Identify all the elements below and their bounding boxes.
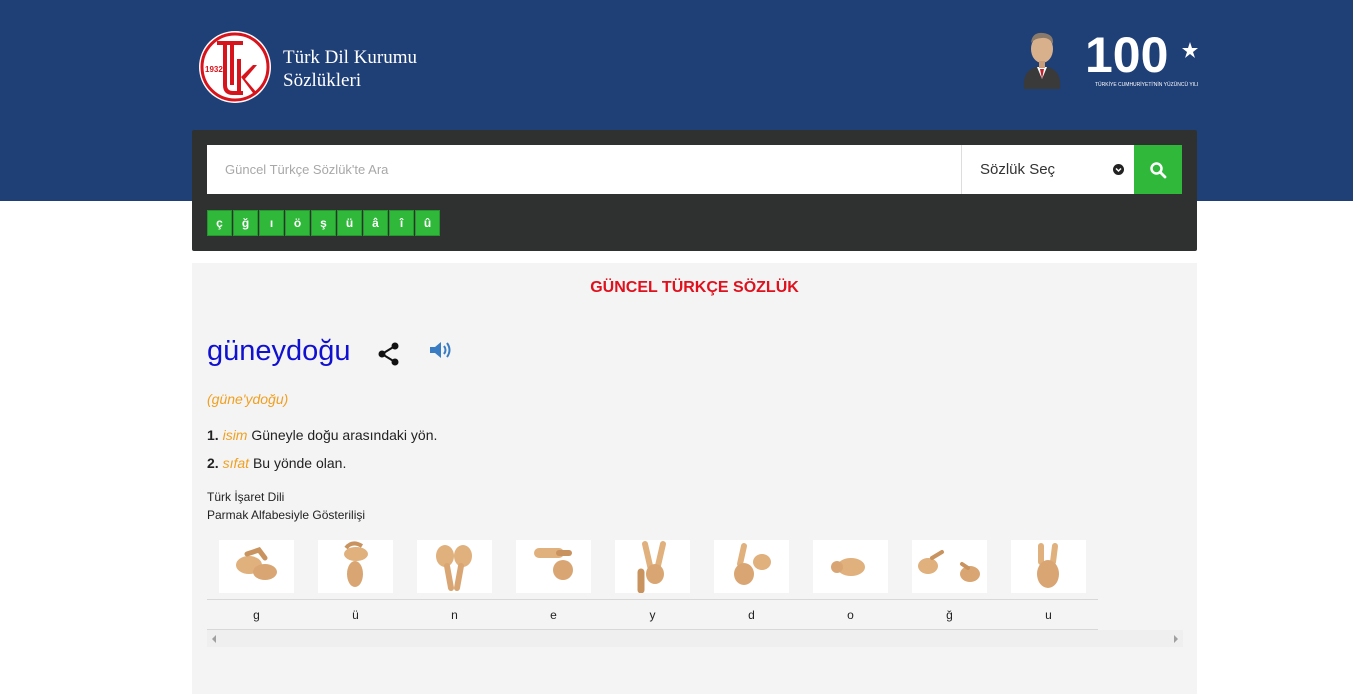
hand-sign-image [714, 540, 789, 593]
sign-cell: g [207, 538, 306, 632]
sign-letter: ğ [946, 608, 953, 622]
dictionary-select-label: Sözlük Seç [980, 161, 1056, 178]
speaker-icon[interactable] [429, 340, 455, 360]
meaning-number: 2. [207, 455, 219, 471]
meaning-type: isim [222, 427, 248, 443]
meaning-text: Güneyle doğu arasındaki yön. [251, 427, 438, 443]
meaning-item: 1. isim Güneyle doğu arasındaki yön. [207, 427, 437, 443]
meaning-type: sıfat [222, 455, 250, 471]
hand-sign-image [912, 540, 987, 593]
special-char-keys: ç ğ ı ö ş ü â î û [207, 210, 440, 236]
char-key[interactable]: ö [285, 210, 310, 236]
brand-line2: Sözlükleri [283, 70, 362, 91]
sign-cell: y [603, 538, 702, 632]
hand-sign-image [219, 540, 294, 593]
scroll-left-icon[interactable] [212, 635, 216, 643]
centennial-logo: 100 TÜRKİYE CUMHURİYETİ'NİN YÜZÜNCÜ YILI [1085, 28, 1198, 88]
dictionary-title: GÜNCEL TÜRKÇE SÖZLÜK [590, 279, 799, 296]
hand-sign-image [417, 540, 492, 593]
char-key[interactable]: ğ [233, 210, 258, 236]
search-panel: Sözlük Seç ç ğ ı ö ş ü â î û [192, 130, 1197, 251]
sign-letter: e [550, 608, 557, 622]
char-key[interactable]: â [363, 210, 388, 236]
chevron-down-icon [1113, 164, 1124, 175]
sign-cell: ü [306, 538, 405, 632]
centennial-number: 100 [1085, 28, 1168, 83]
dictionary-select[interactable]: Sözlük Seç [961, 145, 1134, 194]
share-icon[interactable] [378, 342, 400, 366]
sign-letter: n [451, 608, 458, 622]
hand-sign-image [615, 540, 690, 593]
hand-sign-image [1011, 540, 1086, 593]
headword: güneydoğu [207, 335, 351, 367]
hand-sign-image [318, 540, 393, 593]
sign-letter: ü [352, 608, 359, 622]
centennial-caption: TÜRKİYE CUMHURİYETİ'NİN YÜZÜNCÜ YILI [1095, 81, 1198, 88]
sign-cell: o [801, 538, 900, 632]
sign-cell: d [702, 538, 801, 632]
sign-cell: ğ [900, 538, 999, 632]
search-button[interactable] [1134, 145, 1182, 194]
search-icon [1150, 161, 1167, 178]
sign-language-title: Türk İşaret Dili [207, 490, 285, 504]
hand-sign-image [813, 540, 888, 593]
char-key[interactable]: ç [207, 210, 232, 236]
pronunciation: (güne'ydoğu) [207, 391, 289, 407]
hand-sign-image [516, 540, 591, 593]
sign-letter: g [253, 608, 260, 622]
sign-language-subtitle: Parmak Alfabesiyle Gösterilişi [207, 508, 366, 522]
horizontal-scrollbar[interactable] [207, 630, 1183, 647]
result-panel: GÜNCEL TÜRKÇE SÖZLÜK güneydoğu (güne'ydo… [192, 263, 1197, 694]
sign-cell: u [999, 538, 1098, 632]
sign-letter: y [649, 608, 656, 622]
scroll-right-icon[interactable] [1174, 635, 1178, 643]
sign-letter: d [748, 608, 755, 622]
char-key[interactable]: ü [337, 210, 362, 236]
meaning-number: 1. [207, 427, 219, 443]
char-key[interactable]: ş [311, 210, 336, 236]
char-key[interactable]: û [415, 210, 440, 236]
sign-letter: o [847, 608, 854, 622]
sign-cell: n [405, 538, 504, 632]
sign-cell: e [504, 538, 603, 632]
logo-year: 1932 [205, 65, 223, 74]
ataturk-portrait [1023, 32, 1061, 89]
search-input[interactable] [207, 145, 962, 194]
brand-title[interactable]: Türk Dil Kurumu Sözlükleri [283, 46, 417, 92]
char-key[interactable]: ı [259, 210, 284, 236]
char-key[interactable]: î [389, 210, 414, 236]
sign-language-heading: Türk İşaret Dili Parmak Alfabesiyle Göst… [207, 488, 365, 524]
meaning-item: 2. sıfat Bu yönde olan. [207, 455, 346, 471]
meaning-text: Bu yönde olan. [252, 455, 347, 471]
brand-line1: Türk Dil Kurumu [283, 47, 418, 68]
tdk-logo[interactable]: 1932 [197, 29, 273, 105]
sign-letter: u [1045, 608, 1052, 622]
